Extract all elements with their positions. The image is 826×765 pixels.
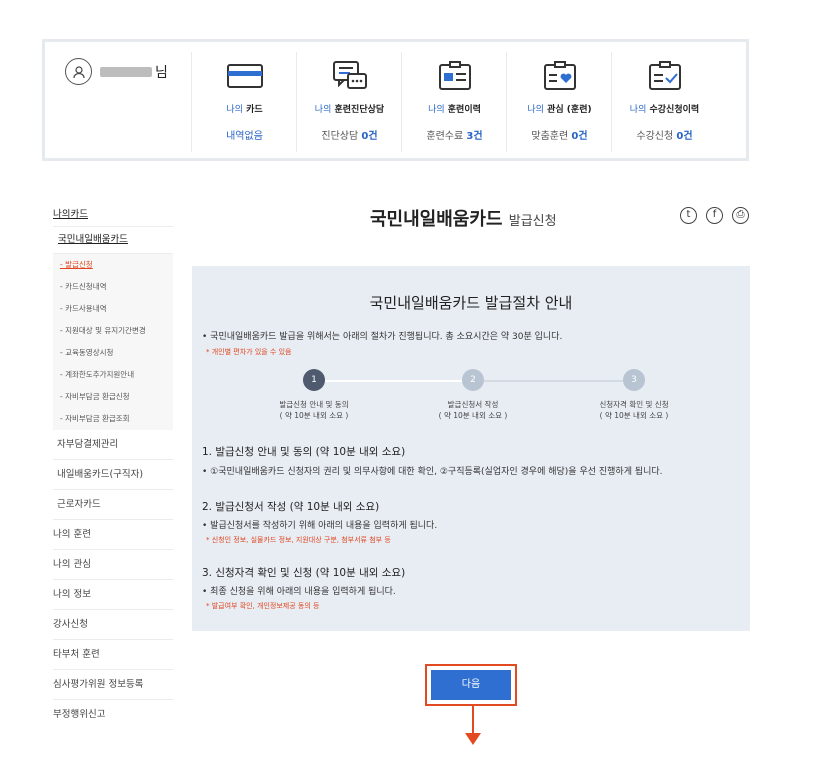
twitter-icon[interactable]: t: [680, 207, 697, 224]
nav-card-usage[interactable]: - 카드사용내역: [53, 298, 173, 320]
section-3-note: * 발급여부 확인, 개인정보제공 동의 등: [206, 602, 320, 610]
section-1-desc: • ①국민내일배움카드 신청자의 권리 및 의무사항에 대한 확인, ②구직등록…: [202, 467, 663, 477]
nav-worker-card[interactable]: 근로자카드: [53, 490, 173, 520]
heart-icon: [540, 60, 580, 92]
section-1-heading: 1. 발급신청 안내 및 동의 (약 10분 내외 소요): [202, 446, 406, 458]
nav-eligibility-change[interactable]: - 지원대상 및 유지기간변경: [53, 320, 173, 342]
step-3-circle: 3: [623, 369, 645, 391]
nav-national-card[interactable]: 국민내일배움카드: [53, 227, 173, 254]
summary-consult[interactable]: 나의 훈련진단상담 진단상담 0건: [296, 52, 402, 152]
my-summary-panel: 님 나의 카드 내역없음 나의 훈련진단상담 진단상담 0건 나의 훈련이력 훈…: [42, 39, 749, 161]
user-greeting: 님: [65, 58, 168, 85]
nav-my-training[interactable]: 나의 훈련: [53, 520, 173, 550]
step-2-circle: 2: [462, 369, 484, 391]
step-2-label: 발급신청서 작성( 약 10분 내외 소요 ): [438, 400, 508, 420]
summary-history[interactable]: 나의 훈련이력 훈련수료 3건: [401, 52, 507, 152]
nav-refund-apply[interactable]: - 자비부담금 환급신청: [53, 386, 173, 408]
step-1-circle: 1: [303, 369, 325, 391]
issue-procedure-guide: 국민내일배움카드 발급절차 안내 • 국민내일배움카드 발급을 위해서는 아래의…: [192, 266, 750, 631]
nav-jobseeker-card[interactable]: 내일배움카드(구직자): [53, 460, 173, 490]
guide-intro-note: * 개인별 편차가 있을 수 있음: [206, 348, 292, 356]
nav-evaluator-register[interactable]: 심사평가위원 정보등록: [53, 670, 173, 700]
nav-self-payment[interactable]: 자부담결제관리: [53, 430, 173, 460]
step-progress-done: [314, 380, 474, 382]
nav-instructor-apply[interactable]: 강사신청: [53, 610, 173, 640]
nav-my-card[interactable]: 나의카드: [53, 204, 173, 227]
next-button[interactable]: 다음: [431, 670, 511, 700]
card-icon: [225, 60, 265, 92]
step-3-label: 신청자격 확인 및 신청( 약 10분 내외 소요 ): [599, 400, 669, 420]
summary-interest[interactable]: 나의 관심 (훈련) 맞춤훈련 0건: [506, 52, 612, 152]
section-3-desc: • 최종 신청을 위해 아래의 내용을 입력하게 됩니다.: [202, 587, 396, 597]
nav-refund-inquiry[interactable]: - 자비부담금 환급조회: [53, 408, 173, 430]
arrow-down-icon: [465, 733, 481, 745]
section-2-heading: 2. 발급신청서 작성 (약 10분 내외 소요): [202, 501, 380, 513]
section-3-heading: 3. 신청자격 확인 및 신청 (약 10분 내외 소요): [202, 567, 406, 579]
user-suffix: 님: [155, 64, 168, 81]
user-name-redacted: [100, 66, 152, 77]
nav-fraud-report[interactable]: 부정행위신고: [53, 700, 173, 729]
history-icon: [435, 60, 475, 92]
user-avatar-icon: [65, 58, 92, 85]
guide-title: 국민내일배움카드 발급절차 안내: [369, 294, 573, 312]
chat-icon: [330, 60, 370, 92]
summary-card[interactable]: 나의 카드 내역없음: [191, 52, 297, 152]
next-button-highlight: 다음: [425, 664, 517, 706]
nav-issue-apply[interactable]: - 발급신청: [53, 254, 173, 276]
nav-card-apply-history[interactable]: - 카드신청내역: [53, 276, 173, 298]
step-1-label: 발급신청 안내 및 동의( 약 10분 내외 소요 ): [279, 400, 349, 420]
section-2-desc: • 발급신청서를 작성하기 위해 아래의 내용을 입력하게 됩니다.: [202, 521, 438, 531]
facebook-icon[interactable]: f: [706, 207, 723, 224]
nav-other-ministry[interactable]: 타부처 훈련: [53, 640, 173, 670]
left-nav: 나의카드 국민내일배움카드 - 발급신청 - 카드신청내역 - 카드사용내역 -…: [53, 204, 173, 729]
summary-enrollment[interactable]: 나의 수강신청이력 수강신청 0건: [611, 52, 717, 152]
page-title: 국민내일배움카드 발급신청: [370, 209, 557, 230]
guide-intro: • 국민내일배움카드 발급을 위해서는 아래의 절차가 진행됩니다. 총 소요시…: [202, 332, 563, 342]
print-icon[interactable]: ⎙: [732, 207, 749, 224]
nav-education-video[interactable]: - 교육동영상시청: [53, 342, 173, 364]
nav-my-interest[interactable]: 나의 관심: [53, 550, 173, 580]
nav-my-info[interactable]: 나의 정보: [53, 580, 173, 610]
section-2-note: * 신청인 정보, 실물카드 정보, 지원대상 구분, 첨부서류 첨부 등: [206, 536, 391, 544]
arrow-line: [472, 706, 474, 734]
check-icon: [645, 60, 685, 92]
nav-limit-extra[interactable]: - 계좌한도추가지원안내: [53, 364, 173, 386]
